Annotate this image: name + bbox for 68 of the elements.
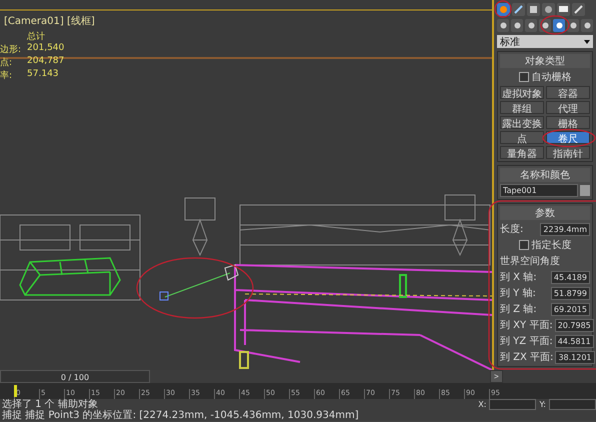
angle-label: 到 XY 平面: xyxy=(500,319,553,332)
angle-label: 到 Z 轴: xyxy=(500,302,537,316)
stat-label: 边形: xyxy=(0,44,22,56)
prompt-text: 捕捉 捕捉 Point3 的坐标位置: [2274.23mm, -1045.436mm, 1030.934mm] xyxy=(2,410,359,421)
stats-title: 总计 xyxy=(27,30,46,43)
checkbox-label: 自动栅格 xyxy=(532,70,572,84)
color-swatch[interactable] xyxy=(580,185,590,196)
stat-value: 204,787 xyxy=(27,56,64,68)
group-title: 世界空间角度 xyxy=(500,254,561,268)
angle-field: 38.1201 xyxy=(555,350,595,364)
panel-tab-icon[interactable] xyxy=(572,3,585,16)
angle-field: 45.4189 xyxy=(550,270,590,284)
angle-label: 到 YZ 平面: xyxy=(500,335,553,348)
coordinate-field[interactable] xyxy=(549,399,596,410)
checkbox-label: 指定长度 xyxy=(532,238,572,252)
object-type-button[interactable]: 虚拟对象 xyxy=(500,86,544,99)
category-tab-icon[interactable] xyxy=(511,19,523,32)
object-type-button[interactable]: 代理 xyxy=(546,101,590,114)
rollout-title[interactable]: 对象类型 xyxy=(500,54,590,68)
object-type-button[interactable]: 卷尺 xyxy=(546,131,590,144)
object-type-button[interactable]: 指南针 xyxy=(546,146,590,159)
length-field[interactable]: 2239.4mm xyxy=(540,222,590,236)
panel-tab-icon[interactable] xyxy=(542,3,555,16)
coordinate-label: Y: xyxy=(539,399,546,410)
angle-field: 69.2015 xyxy=(550,302,590,316)
viewport-label[interactable]: [Camera01] [线框] xyxy=(4,14,95,28)
length-label: 长度: xyxy=(500,222,524,236)
angle-field: 51.8799 xyxy=(550,286,590,300)
rollout-title[interactable]: 名称和颜色 xyxy=(500,168,590,182)
object-type-button[interactable]: 露出变换 xyxy=(500,116,544,129)
object-type-button[interactable]: 栅格 xyxy=(546,116,590,129)
category-tab-icon[interactable] xyxy=(567,19,579,32)
dropdown-arrow-icon[interactable] xyxy=(584,40,590,44)
object-type-button[interactable]: 量角器 xyxy=(500,146,544,159)
coordinate-field[interactable] xyxy=(489,399,536,410)
object-type-button[interactable]: 容器 xyxy=(546,86,590,99)
category-tab-icon[interactable] xyxy=(497,19,509,32)
stat-value: 57.143 xyxy=(27,69,60,81)
autogrid-checkbox[interactable] xyxy=(518,72,528,82)
object-type-button[interactable]: 群组 xyxy=(500,101,544,114)
angle-label: 到 X 轴: xyxy=(500,270,537,284)
stat-label: 率: xyxy=(0,70,14,82)
coordinate-label: X: xyxy=(478,399,486,410)
angle-label: 到 Y 轴: xyxy=(500,286,536,300)
rollout-title[interactable]: 参数 xyxy=(500,206,590,220)
viewport[interactable]: [Camera01] [线框] 总计 边形: 201,540 点: 204,787 率: 57.143 xyxy=(0,0,494,370)
specify-length-checkbox[interactable] xyxy=(518,240,528,250)
category-tab-icon[interactable] xyxy=(581,19,593,32)
panel-tab-icon[interactable] xyxy=(527,3,540,16)
panel-tab-icon[interactable] xyxy=(512,3,525,16)
selection-status: 选择了 1 个 辅助对象 xyxy=(2,399,98,410)
angle-field: 20.7985 xyxy=(554,318,594,332)
annotation-circle xyxy=(540,15,570,35)
name-field[interactable]: Tape001 xyxy=(500,184,578,197)
next-frame-button[interactable]: > xyxy=(490,370,503,383)
angle-label: 到 ZX 平面: xyxy=(500,351,554,364)
annotation-circle xyxy=(494,0,512,18)
stat-label: 点: xyxy=(0,56,14,69)
stat-value: 201,540 xyxy=(27,43,64,55)
panel-tab-icon[interactable] xyxy=(497,3,510,16)
time-slider-thumb[interactable]: 0 / 100 xyxy=(0,370,150,383)
object-type-button[interactable]: 点 xyxy=(500,131,544,144)
annotation-circle xyxy=(542,128,596,148)
category-tab-icon[interactable] xyxy=(525,19,537,32)
panel-tab-icon[interactable] xyxy=(557,3,570,16)
category-tab-icon[interactable] xyxy=(553,19,565,32)
angle-field: 44.5811 xyxy=(554,334,594,348)
category-dropdown[interactable]: 标准 xyxy=(497,35,593,48)
